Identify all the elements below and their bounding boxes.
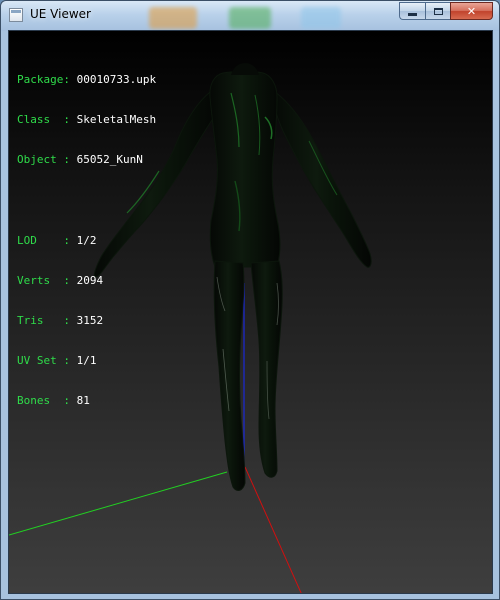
info-value: 00010733.upk xyxy=(76,72,157,86)
close-icon: ✕ xyxy=(466,4,477,18)
titlebar-glass-blur-3 xyxy=(301,7,341,29)
info-key: Bones : xyxy=(17,394,77,408)
info-row-class: Class : SkeletalMesh xyxy=(17,113,156,126)
info-spacer xyxy=(17,193,156,206)
mesh-info-overlay: Package: 00010733.upk Class : SkeletalMe… xyxy=(17,46,156,435)
info-value: 1/1 xyxy=(76,354,97,368)
maximize-icon xyxy=(433,7,443,15)
info-key: Class : xyxy=(17,113,77,127)
info-value: 1/2 xyxy=(76,233,97,247)
info-row-object: Object : 65052_KunN xyxy=(17,153,156,166)
3d-viewport[interactable]: Package: 00010733.upk Class : SkeletalMe… xyxy=(8,30,493,594)
info-value: SkeletalMesh xyxy=(76,113,157,127)
close-button[interactable]: ✕ xyxy=(450,2,493,20)
info-key: Object : xyxy=(17,153,77,167)
info-value: 3152 xyxy=(76,314,104,328)
info-value: 65052_KunN xyxy=(76,153,143,167)
info-row-tris: Tris : 3152 xyxy=(17,314,156,327)
info-value: 81 xyxy=(76,394,90,408)
window-controls: ✕ xyxy=(399,2,493,20)
info-key: Tris : xyxy=(17,314,77,328)
minimize-button[interactable] xyxy=(399,2,425,20)
title-bar[interactable]: UE Viewer ✕ xyxy=(1,1,499,31)
info-key: Verts : xyxy=(17,273,77,287)
titlebar-glass-blur-2 xyxy=(229,7,271,29)
info-key: UV Set : xyxy=(17,354,77,368)
info-row-verts: Verts : 2094 xyxy=(17,274,156,287)
info-row-uvset: UV Set : 1/1 xyxy=(17,354,156,367)
app-window-icon[interactable] xyxy=(9,8,23,22)
info-value: 2094 xyxy=(76,273,104,287)
info-row-package: Package: 00010733.upk xyxy=(17,73,156,86)
info-key: Package: xyxy=(17,72,77,86)
info-row-lod: LOD : 1/2 xyxy=(17,234,156,247)
axis-x-line xyxy=(244,466,302,593)
app-window: UE Viewer ✕ Package: 00010733.upk Class … xyxy=(0,0,500,600)
window-title: UE Viewer xyxy=(30,7,91,21)
info-key: LOD : xyxy=(17,233,77,247)
titlebar-glass-blur-1 xyxy=(149,7,197,29)
axis-y-line xyxy=(9,471,228,536)
maximize-button[interactable] xyxy=(425,2,450,20)
minimize-icon xyxy=(408,12,417,16)
info-row-bones: Bones : 81 xyxy=(17,394,156,407)
